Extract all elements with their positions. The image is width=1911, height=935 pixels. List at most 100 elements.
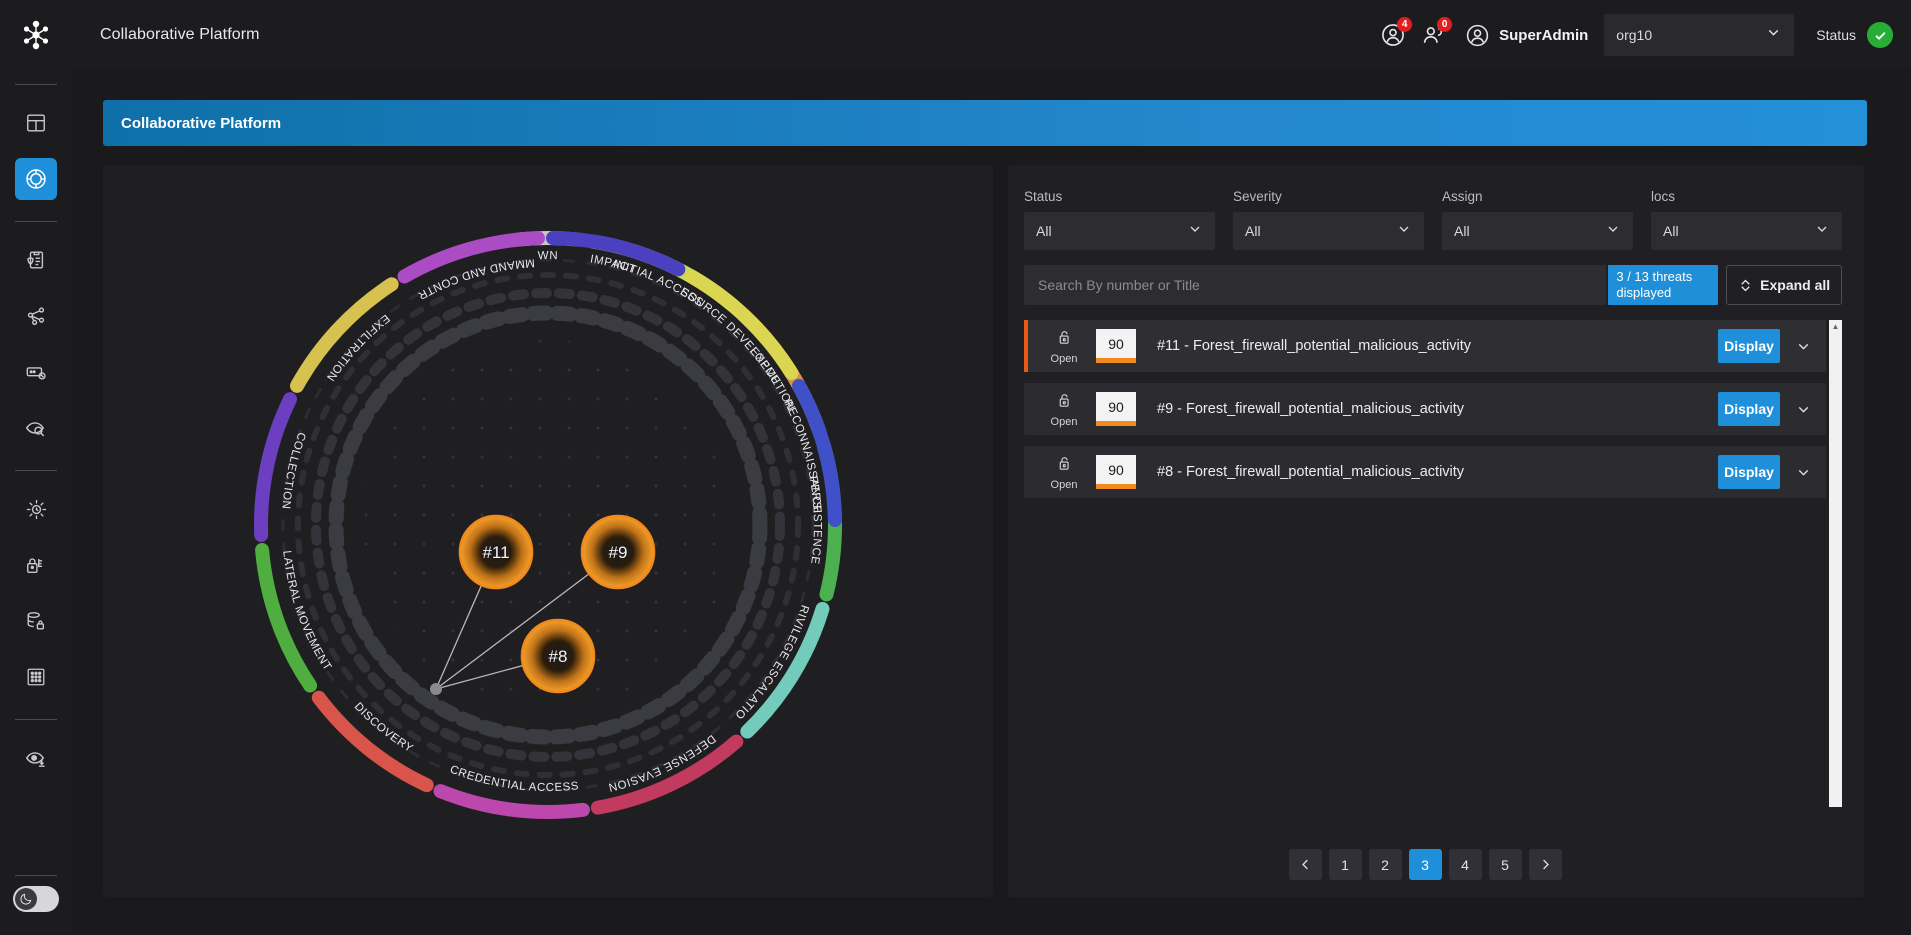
alerts-badge: 4	[1397, 17, 1412, 32]
pagination-page-1[interactable]: 1	[1329, 849, 1362, 880]
eye-search-icon	[25, 417, 48, 440]
content-row: WN INITIAL ACCESS EXECUTION PERSISTENCE …	[103, 165, 1867, 897]
status-label: Status	[1816, 27, 1856, 43]
expand-all-label: Expand all	[1760, 277, 1830, 293]
sidebar-divider	[15, 84, 57, 85]
table-row[interactable]: Open 90 #8 - Forest_firewall_potential_m…	[1024, 446, 1826, 498]
chevron-down-icon	[1396, 221, 1412, 242]
filter-locs: locs All	[1651, 189, 1842, 250]
people-button[interactable]: 0	[1413, 15, 1453, 55]
sidebar-divider	[15, 719, 57, 720]
threats-panel: Status All Severity All Assign All locs …	[1008, 165, 1864, 897]
threat-node-label: #9	[609, 543, 628, 562]
row-accent-bar	[1024, 320, 1028, 372]
status-badge	[1867, 22, 1893, 48]
sidebar-divider	[15, 875, 57, 876]
display-button[interactable]: Display	[1718, 455, 1780, 489]
threat-node-#11[interactable]: #11	[460, 516, 532, 588]
expand-collapse-icon	[1738, 277, 1753, 294]
threat-node-label: #11	[482, 543, 509, 562]
unlocked-padlock-icon	[1056, 328, 1073, 352]
threat-title: #8 - Forest_firewall_potential_malicious…	[1157, 464, 1464, 480]
chevron-down-icon[interactable]	[1780, 401, 1826, 418]
dark-mode-toggle[interactable]	[13, 886, 59, 912]
filter-status-value: All	[1036, 223, 1052, 239]
pagination-page-5[interactable]: 5	[1489, 849, 1522, 880]
alerts-button[interactable]: 4	[1373, 15, 1413, 55]
sidebar-item-topology[interactable]	[15, 295, 57, 337]
tactic-arc-5[interactable]	[598, 742, 736, 808]
top-bar-actions: 4 0 SuperAdmin org10 Status	[1373, 0, 1911, 70]
threat-node-#8[interactable]: #8	[522, 620, 594, 692]
page-content: Collaborative Platform	[72, 70, 1911, 935]
sidebar-item-inspect[interactable]	[15, 407, 57, 449]
filter-severity-select[interactable]: All	[1233, 212, 1424, 250]
sidebar-item-monitoring[interactable]	[15, 737, 57, 779]
chevron-down-icon	[1814, 221, 1830, 242]
check-icon	[1873, 28, 1888, 43]
pagination-page-3[interactable]: 3	[1409, 849, 1442, 880]
network-share-icon	[25, 305, 47, 327]
graph-hub-node[interactable]	[430, 683, 442, 695]
sidebar-item-matrix[interactable]	[15, 656, 57, 698]
tactic-label-11: COMMAND AND CONTROL	[103, 165, 535, 301]
sidebar-item-credentials[interactable]	[15, 351, 57, 393]
eye-download-icon	[25, 747, 48, 770]
table-row[interactable]: Open 90 #9 - Forest_firewall_potential_m…	[1024, 383, 1826, 435]
grid-nodes-icon	[25, 666, 47, 688]
threat-status: Open	[1034, 454, 1094, 491]
threat-status-label: Open	[1051, 479, 1078, 491]
radial-target-icon	[24, 167, 48, 191]
threat-node-label: #8	[549, 647, 568, 666]
display-button[interactable]: Display	[1718, 392, 1780, 426]
filter-assign-select[interactable]: All	[1442, 212, 1633, 250]
scrollbar-track[interactable]	[1829, 333, 1842, 807]
chevron-down-icon	[1187, 221, 1203, 242]
sidebar-item-dashboard[interactable]	[15, 102, 57, 144]
tactic-arc-6[interactable]	[440, 791, 582, 812]
pagination-page-4[interactable]: 4	[1449, 849, 1482, 880]
sidebar-item-sensors[interactable]	[15, 488, 57, 530]
app-logo[interactable]	[0, 0, 72, 70]
chevron-down-icon[interactable]	[1780, 464, 1826, 481]
threat-status: Open	[1034, 391, 1094, 428]
chevron-down-icon[interactable]	[1780, 338, 1826, 355]
threat-radial-graph[interactable]: WN INITIAL ACCESS EXECUTION PERSISTENCE …	[103, 165, 993, 897]
sidebar-divider	[15, 470, 57, 471]
user-name: SuperAdmin	[1499, 27, 1588, 44]
expand-all-button[interactable]: Expand all	[1726, 265, 1842, 305]
threat-node-#9[interactable]: #9	[582, 516, 654, 588]
search-input[interactable]	[1024, 265, 1606, 305]
radial-tactic-wheel: WN INITIAL ACCESS EXECUTION PERSISTENCE …	[103, 165, 993, 897]
table-row[interactable]: Open 90 #11 - Forest_firewall_potential_…	[1024, 320, 1826, 372]
filter-status-select[interactable]: All	[1024, 212, 1215, 250]
search-row: 3 / 13 threats displayed Expand all	[1024, 265, 1842, 305]
filter-assign-value: All	[1454, 223, 1470, 239]
page-title: Collaborative Platform	[103, 100, 1867, 146]
filter-locs-label: locs	[1651, 189, 1842, 204]
scroll-up-arrow[interactable]: ▲	[1832, 320, 1840, 333]
display-button[interactable]: Display	[1718, 329, 1780, 363]
org-selector[interactable]: org10	[1604, 14, 1794, 56]
radial-sensor-icon	[25, 498, 48, 521]
top-bar: Collaborative Platform 4 0 SuperAdmin	[0, 0, 1911, 70]
pagination-prev[interactable]	[1289, 849, 1322, 880]
user-account[interactable]: SuperAdmin	[1465, 23, 1588, 48]
sidebar-item-threat-radar[interactable]	[15, 158, 57, 200]
pagination: 12345	[1008, 849, 1842, 880]
pagination-page-2[interactable]: 2	[1369, 849, 1402, 880]
threat-title: #11 - Forest_firewall_potential_maliciou…	[1157, 338, 1471, 354]
filter-severity-label: Severity	[1233, 189, 1424, 204]
sidebar-item-reports[interactable]	[15, 239, 57, 281]
unlocked-padlock-icon	[1056, 391, 1073, 415]
status-badge: 90	[1096, 392, 1136, 426]
filter-bar: Status All Severity All Assign All locs …	[1024, 189, 1842, 250]
filter-severity: Severity All	[1233, 189, 1424, 250]
app-title: Collaborative Platform	[100, 26, 260, 44]
sidebar-item-database-security[interactable]	[15, 600, 57, 642]
sidebar-item-access-control[interactable]	[15, 544, 57, 586]
filter-locs-select[interactable]: All	[1651, 212, 1842, 250]
pagination-next[interactable]	[1529, 849, 1562, 880]
threat-list-scrollbar[interactable]: ▲	[1829, 320, 1842, 807]
threat-list: Open 90 #11 - Forest_firewall_potential_…	[1024, 320, 1842, 807]
